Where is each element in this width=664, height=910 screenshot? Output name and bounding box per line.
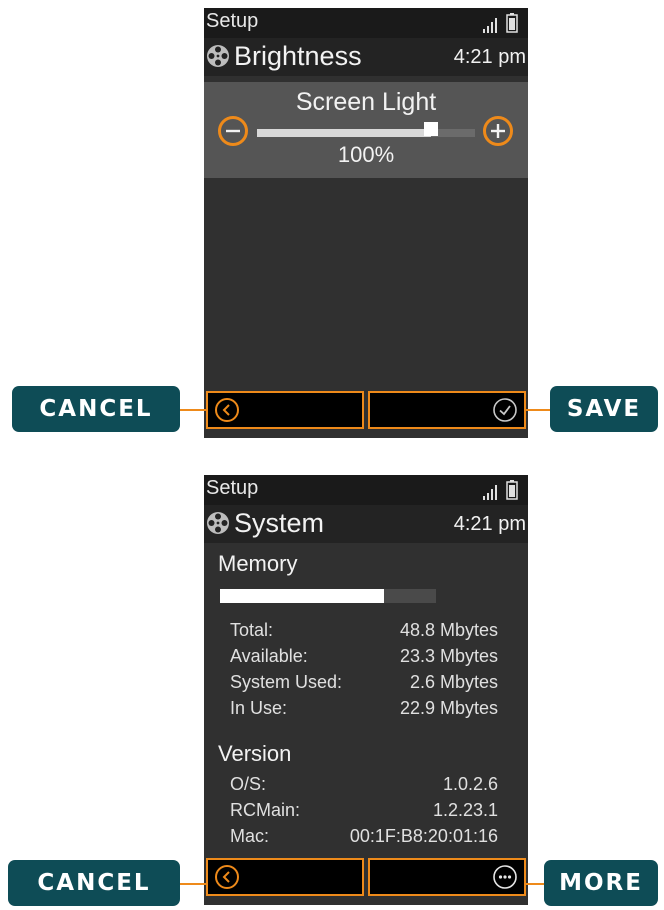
row-label: RCMain: [230, 800, 301, 820]
page-title: System [234, 508, 325, 538]
film-reel-icon [207, 512, 229, 534]
save-callout: SAVE [550, 386, 658, 432]
more-softkey[interactable] [368, 858, 526, 896]
row-value: 23.3 Mbytes [399, 646, 498, 666]
battery-icon [506, 13, 518, 33]
cancel-softkey[interactable] [206, 391, 364, 429]
version-row-rcmain: RCMain: 1.2.23.1 [230, 797, 498, 823]
back-chevron-icon [215, 865, 239, 889]
memory-heading: Memory [218, 551, 298, 576]
status-bar: Setup [204, 475, 528, 505]
back-chevron-icon [215, 398, 239, 422]
page-title: Brightness [234, 41, 362, 71]
slider-fill [257, 129, 431, 137]
screen-light-panel: Screen Light 100% [204, 82, 528, 178]
memory-table: Total: 48.8 Mbytes Available: 23.3 Mbyte… [230, 617, 498, 721]
brightness-value: 100% [337, 142, 395, 167]
row-label: Available: [230, 646, 308, 666]
cancel-callout: CANCEL [8, 860, 180, 906]
version-row-mac: Mac: 00:1F:B8:20:01:16 [230, 823, 498, 849]
memory-row-available: Available: 23.3 Mbytes [230, 643, 498, 669]
status-title: Setup [206, 477, 259, 499]
row-label: O/S: [230, 774, 267, 794]
status-bar: Setup [204, 8, 528, 38]
row-label: System Used: [230, 672, 343, 692]
memory-row-total: Total: 48.8 Mbytes [230, 617, 498, 643]
memory-usage-fill [220, 589, 384, 603]
minus-icon [226, 129, 240, 133]
memory-row-in-use: In Use: 22.9 Mbytes [230, 695, 498, 721]
slider-handle[interactable] [424, 122, 438, 136]
version-table: O/S: 1.0.2.6 RCMain: 1.2.23.1 Mac: 00:1F… [230, 771, 498, 849]
row-label: Mac: [230, 826, 270, 846]
signal-icon [483, 18, 497, 33]
save-softkey[interactable] [368, 391, 526, 429]
row-value: 1.0.2.6 [442, 774, 498, 794]
plus-icon [491, 124, 505, 138]
row-value: 22.9 Mbytes [399, 698, 498, 718]
version-row-os: O/S: 1.0.2.6 [230, 771, 498, 797]
row-value: 1.2.23.1 [432, 800, 498, 820]
signal-icon [483, 485, 497, 500]
film-reel-icon [207, 45, 229, 67]
row-label: Total: [230, 620, 274, 640]
memory-row-system-used: System Used: 2.6 Mbytes [230, 669, 498, 695]
status-title: Setup [206, 10, 259, 32]
row-value: 48.8 Mbytes [399, 620, 498, 640]
cancel-callout: CANCEL [12, 386, 180, 432]
cancel-softkey[interactable] [206, 858, 364, 896]
title-bar: System 4:21 pm [204, 505, 528, 543]
checkmark-icon [493, 398, 517, 422]
row-value: 00:1F:B8:20:01:16 [349, 826, 498, 846]
brightness-screen: Setup Brightness 4:21 pm Screen Light 10… [204, 8, 528, 438]
brightness-slider[interactable] [257, 129, 475, 137]
title-bar: Brightness 4:21 pm [204, 38, 528, 76]
system-screen: Setup System 4:21 pm Memory Total: 48.8 … [204, 475, 528, 905]
version-heading: Version [218, 741, 292, 766]
battery-icon [506, 480, 518, 500]
screen-light-label: Screen Light [295, 88, 437, 116]
more-callout: MORE [544, 860, 658, 906]
memory-usage-bar [220, 589, 436, 603]
row-label: In Use: [230, 698, 288, 718]
clock: 4:21 pm [453, 513, 526, 535]
more-dots-icon [493, 865, 517, 889]
clock: 4:21 pm [453, 46, 526, 68]
row-value: 2.6 Mbytes [409, 672, 498, 692]
